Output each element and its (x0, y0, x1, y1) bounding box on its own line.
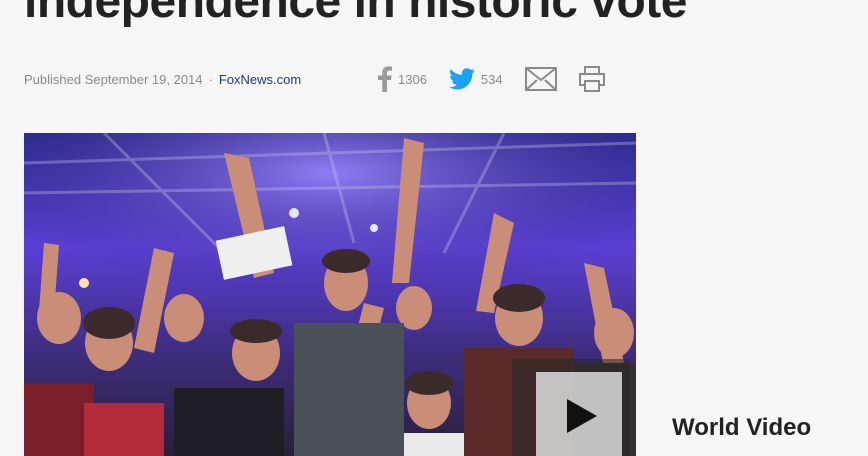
meta-separator: · (208, 72, 213, 87)
print-button[interactable] (578, 66, 605, 92)
article-meta: Published September 19, 2014 · FoxNews.c… (24, 72, 301, 87)
source-link[interactable]: FoxNews.com (219, 72, 301, 87)
twitter-count: 534 (480, 71, 503, 87)
facebook-count: 1306 (398, 71, 427, 87)
facebook-share-button[interactable]: 1306 (378, 66, 427, 92)
email-share-button[interactable] (524, 67, 557, 91)
print-icon (578, 66, 605, 92)
sidebar-world-video-title: World Video (672, 414, 812, 441)
publish-date: Published September 19, 2014 (24, 72, 203, 87)
twitter-share-button[interactable]: 534 (448, 68, 503, 90)
share-bar: 1306 534 (378, 66, 605, 92)
facebook-icon (378, 66, 392, 92)
article-hero-video[interactable] (24, 133, 636, 456)
video-play-button[interactable] (512, 359, 630, 456)
twitter-icon (448, 68, 475, 90)
play-button-face (536, 372, 622, 456)
play-icon (567, 399, 597, 433)
article-headline: independence in historic vote (24, 0, 687, 28)
mail-icon (524, 67, 557, 91)
